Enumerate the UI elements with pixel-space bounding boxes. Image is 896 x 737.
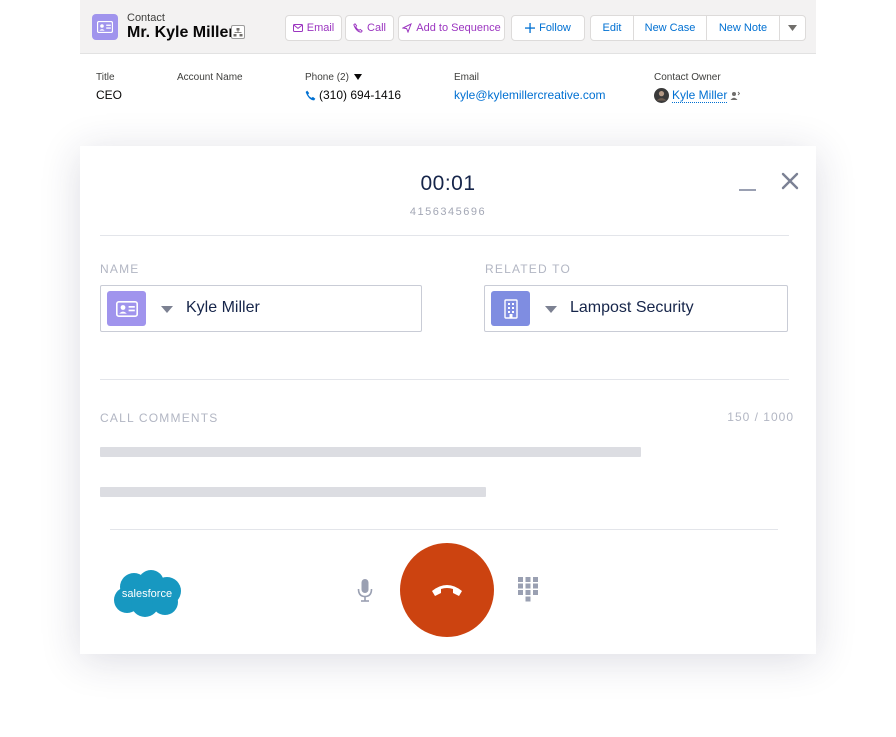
comment-line-placeholder[interactable] xyxy=(100,447,641,457)
envelope-icon xyxy=(292,24,303,32)
field-phone: Phone (2) (310) 694-1416 xyxy=(305,72,401,102)
follow-button-label: Follow xyxy=(539,22,571,34)
more-actions-button[interactable] xyxy=(780,16,805,40)
salesforce-logo: salesforce xyxy=(111,569,183,619)
minimize-icon[interactable] xyxy=(738,174,758,194)
field-phone-value: (310) 694-1416 xyxy=(319,88,402,102)
field-account-label: Account Name xyxy=(177,72,243,83)
field-email: Email kyle@kylemillercreative.com xyxy=(454,72,606,102)
hierarchy-icon[interactable] xyxy=(231,25,245,39)
field-email-value[interactable]: kyle@kylemillercreative.com xyxy=(454,88,606,102)
field-title-label: Title xyxy=(96,72,115,83)
edit-button[interactable]: Edit xyxy=(591,16,634,40)
add-to-sequence-button[interactable]: Add to Sequence xyxy=(398,15,505,41)
contact-card-icon xyxy=(107,291,146,326)
contact-record-header: Contact Mr. Kyle Miller Email Call Add t… xyxy=(80,0,816,120)
record-title: Mr. Kyle Miller xyxy=(127,24,235,41)
end-call-icon xyxy=(432,585,462,596)
field-title-value: CEO xyxy=(96,88,123,102)
chevron-down-icon[interactable] xyxy=(545,306,557,313)
field-email-label: Email xyxy=(454,72,480,83)
phone-icon xyxy=(305,90,316,100)
call-button[interactable]: Call xyxy=(345,15,394,41)
phone-icon xyxy=(353,23,363,33)
related-to-lookup[interactable]: Lampost Security xyxy=(484,285,788,332)
add-to-sequence-label: Add to Sequence xyxy=(416,22,501,34)
related-to-label: RELATED TO xyxy=(485,262,572,276)
related-to-value: Lampost Security xyxy=(570,299,694,316)
close-icon[interactable] xyxy=(779,170,801,192)
salesforce-logo-text: salesforce xyxy=(122,588,172,600)
dialed-number: 4156345696 xyxy=(409,206,487,218)
comment-line-placeholder[interactable] xyxy=(100,487,486,497)
email-button[interactable]: Email xyxy=(285,15,342,41)
keypad-icon[interactable] xyxy=(517,576,539,602)
chevron-down-icon xyxy=(788,25,797,31)
field-phone-label: Phone (2) xyxy=(305,72,349,83)
chevron-down-icon[interactable] xyxy=(161,306,173,313)
field-phone-value-wrap[interactable]: (310) 694-1416 xyxy=(305,88,401,102)
email-button-label: Email xyxy=(306,22,335,34)
call-timer: 00:01 xyxy=(420,172,476,195)
field-account: Account Name xyxy=(177,72,243,88)
plus-icon xyxy=(525,23,536,33)
field-title: Title CEO xyxy=(96,72,122,102)
field-owner-label: Contact Owner xyxy=(654,72,721,83)
field-owner-value-wrap[interactable]: Kyle Miller xyxy=(654,88,741,103)
record-highlights-bar: Contact Mr. Kyle Miller Email Call Add t… xyxy=(80,0,816,54)
comments-char-counter: 150 / 1000 xyxy=(727,410,794,424)
name-lookup-value: Kyle Miller xyxy=(186,299,260,316)
field-phone-label-wrap[interactable]: Phone (2) xyxy=(305,72,401,83)
chevron-down-icon xyxy=(353,74,362,80)
divider xyxy=(110,529,778,530)
object-type-label: Contact xyxy=(127,12,165,24)
divider xyxy=(100,235,789,236)
microphone-icon[interactable] xyxy=(357,578,373,604)
record-fields: Title CEO Account Name Phone (2) (310) 6… xyxy=(80,54,816,120)
name-label: NAME xyxy=(100,262,140,276)
contact-card-icon xyxy=(92,14,118,40)
call-comments-label: CALL COMMENTS xyxy=(100,411,219,425)
avatar xyxy=(654,88,669,103)
field-owner-value: Kyle Miller xyxy=(672,88,728,103)
field-owner: Contact Owner Kyle Miller xyxy=(654,72,741,103)
softphone-panel: 00:01 4156345696 NAME Kyle Miller RELATE… xyxy=(80,146,816,654)
sequence-icon xyxy=(402,23,413,33)
name-lookup[interactable]: Kyle Miller xyxy=(100,285,422,332)
new-note-button[interactable]: New Note xyxy=(707,16,780,40)
divider xyxy=(100,379,789,380)
record-actions-group: Edit New Case New Note xyxy=(590,15,806,41)
call-button-label: Call xyxy=(367,22,386,34)
follow-button[interactable]: Follow xyxy=(511,15,585,41)
new-case-button[interactable]: New Case xyxy=(634,16,707,40)
end-call-button[interactable] xyxy=(400,543,494,637)
change-owner-icon[interactable] xyxy=(730,91,741,101)
building-icon xyxy=(491,291,530,326)
